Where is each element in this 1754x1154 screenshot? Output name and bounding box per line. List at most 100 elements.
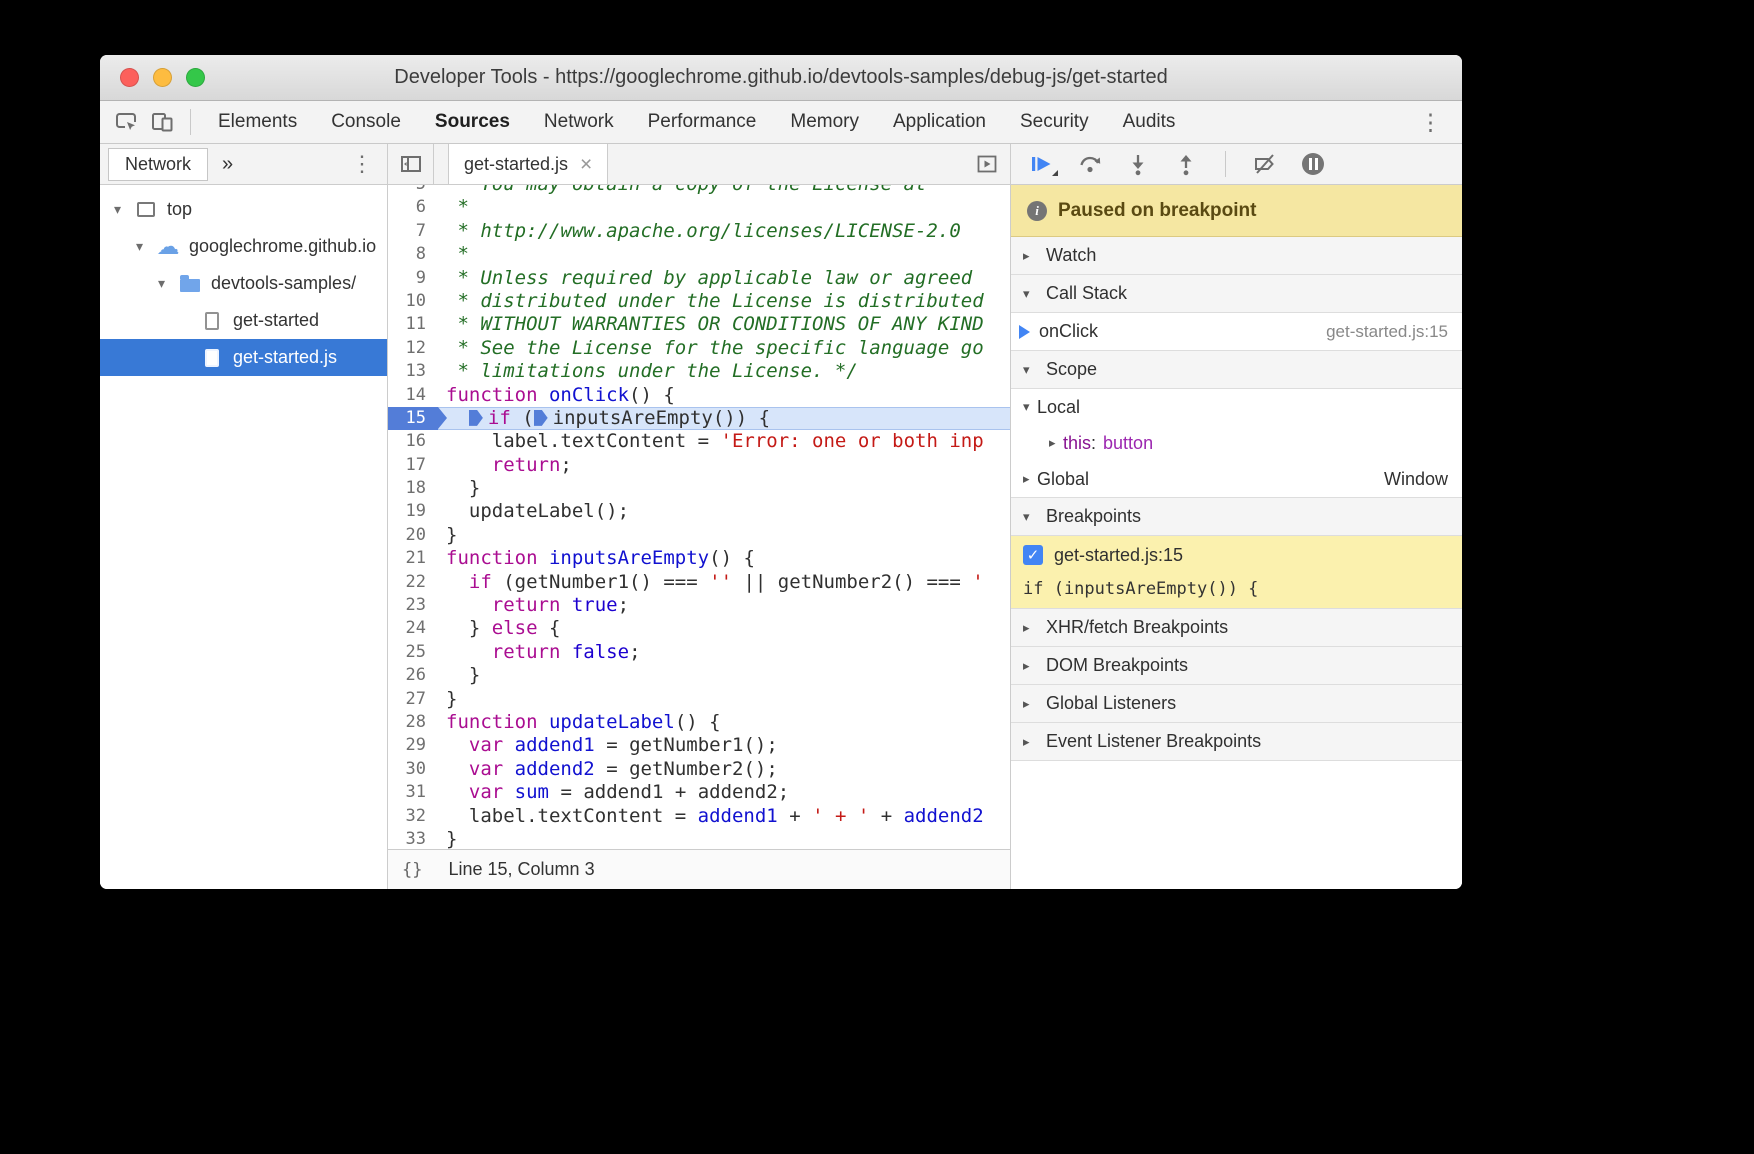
line-number-gutter[interactable]: 26 <box>388 664 438 687</box>
scope-group-local[interactable]: ▾ Local <box>1011 389 1462 425</box>
section-label: Watch <box>1046 245 1096 266</box>
line-number-gutter[interactable]: 17 <box>388 454 438 477</box>
resume-button[interactable] <box>1023 148 1061 180</box>
line-number-gutter[interactable]: 23 <box>388 594 438 617</box>
tab-application[interactable]: Application <box>876 101 1003 143</box>
tab-network[interactable]: Network <box>527 101 631 143</box>
line-number-gutter[interactable]: 29 <box>388 734 438 757</box>
section-label: Breakpoints <box>1046 506 1141 527</box>
section-global-listeners[interactable]: ▸ Global Listeners <box>1011 685 1462 723</box>
navigator-overflow-chevron-icon[interactable]: » <box>222 153 233 176</box>
code-line: 5 * You may obtain a copy of the License… <box>388 185 1010 196</box>
section-breakpoints[interactable]: ▾ Breakpoints <box>1011 498 1462 536</box>
line-number-gutter[interactable]: 9 <box>388 267 438 290</box>
call-stack-frame[interactable]: onClick get-started.js:15 <box>1011 313 1462 351</box>
line-number-gutter[interactable]: 5 <box>388 185 438 196</box>
step-out-button[interactable] <box>1167 148 1205 180</box>
pause-on-exceptions-button[interactable] <box>1294 148 1332 180</box>
inspect-element-button[interactable] <box>108 106 144 138</box>
line-number-gutter[interactable]: 15 <box>388 407 438 430</box>
line-number-gutter[interactable]: 10 <box>388 290 438 313</box>
section-scope[interactable]: ▾ Scope <box>1011 351 1462 389</box>
tab-console[interactable]: Console <box>314 101 418 143</box>
line-number-gutter[interactable]: 28 <box>388 711 438 734</box>
maximize-window-button[interactable] <box>186 68 205 87</box>
close-tab-icon[interactable]: × <box>580 154 592 175</box>
breakpoint-code-snippet[interactable]: if (inputsAreEmpty()) { <box>1011 574 1462 608</box>
navigator-tab-network[interactable]: Network <box>108 148 208 181</box>
line-number-gutter[interactable]: 16 <box>388 430 438 453</box>
code-lines: 5 * You may obtain a copy of the License… <box>388 185 1010 849</box>
tree-item-get-started-js[interactable]: get-started.js <box>100 339 387 376</box>
step-over-button[interactable] <box>1071 148 1109 180</box>
line-number-gutter[interactable]: 6 <box>388 196 438 219</box>
step-out-icon <box>1173 152 1199 176</box>
tab-sources[interactable]: Sources <box>418 101 527 143</box>
scope-group-global[interactable]: ▸ Global Window <box>1011 461 1462 497</box>
breakpoint-checkbox[interactable]: ✓ <box>1023 545 1043 565</box>
tree-item-folder[interactable]: ▾ devtools-samples/ <box>100 265 387 302</box>
code-line: 30 var addend2 = getNumber2(); <box>388 758 1010 781</box>
line-content: function inputsAreEmpty() { <box>438 547 1010 570</box>
tab-security[interactable]: Security <box>1003 101 1106 143</box>
line-content: * WITHOUT WARRANTIES OR CONDITIONS OF AN… <box>438 313 1010 336</box>
expand-arrow-icon[interactable]: ▾ <box>158 275 178 292</box>
variable-value: button <box>1103 433 1153 454</box>
line-number-gutter[interactable]: 7 <box>388 220 438 243</box>
code-line: 15 if (inputsAreEmpty()) { <box>388 407 1010 430</box>
navigator-more-icon[interactable]: ⋮ <box>345 151 379 177</box>
code-editor[interactable]: 5 * You may obtain a copy of the License… <box>388 185 1010 849</box>
editor-file-tab[interactable]: get-started.js × <box>448 144 608 184</box>
scope-group-value: Window <box>1384 469 1462 490</box>
toggle-navigator-button[interactable] <box>388 144 434 184</box>
tree-item-origin[interactable]: ▾ ☁ googlechrome.github.io <box>100 228 387 265</box>
line-content: var addend2 = getNumber2(); <box>438 758 1010 781</box>
scope-variable-this[interactable]: ▸ this: button <box>1011 425 1462 461</box>
step-into-button[interactable] <box>1119 148 1157 180</box>
line-number-gutter[interactable]: 33 <box>388 828 438 849</box>
section-xhr-breakpoints[interactable]: ▸ XHR/fetch Breakpoints <box>1011 609 1462 647</box>
line-number-gutter[interactable]: 24 <box>388 617 438 640</box>
minimize-window-button[interactable] <box>153 68 172 87</box>
tab-performance[interactable]: Performance <box>631 101 774 143</box>
line-number-gutter[interactable]: 11 <box>388 313 438 336</box>
line-number-gutter[interactable]: 32 <box>388 805 438 828</box>
line-number-gutter[interactable]: 14 <box>388 384 438 407</box>
line-number-gutter[interactable]: 18 <box>388 477 438 500</box>
title-bar[interactable]: Developer Tools - https://googlechrome.g… <box>100 55 1462 101</box>
line-number-gutter[interactable]: 30 <box>388 758 438 781</box>
tab-audits[interactable]: Audits <box>1106 101 1193 143</box>
deactivate-breakpoints-button[interactable] <box>1246 148 1284 180</box>
line-number-gutter[interactable]: 8 <box>388 243 438 266</box>
debugger-toolbar-divider <box>1225 151 1226 177</box>
expand-arrow-icon[interactable]: ▾ <box>114 201 134 218</box>
frame-function-name: onClick <box>1039 321 1098 342</box>
line-number-gutter[interactable]: 25 <box>388 641 438 664</box>
line-number-gutter[interactable]: 22 <box>388 571 438 594</box>
pretty-print-button[interactable]: {} <box>402 860 422 880</box>
device-toolbar-button[interactable] <box>144 106 180 138</box>
line-number-gutter[interactable]: 19 <box>388 500 438 523</box>
tree-item-get-started[interactable]: get-started <box>100 302 387 339</box>
main-menu-more-icon[interactable]: ⋮ <box>1407 111 1454 134</box>
close-window-button[interactable] <box>120 68 139 87</box>
section-watch[interactable]: ▸ Watch <box>1011 237 1462 275</box>
paused-banner: i Paused on breakpoint <box>1011 185 1462 237</box>
tab-elements[interactable]: Elements <box>201 101 314 143</box>
line-number-gutter[interactable]: 20 <box>388 524 438 547</box>
breakpoint-entry[interactable]: ✓ get-started.js:15 if (inputsAreEmpty()… <box>1011 536 1462 609</box>
section-dom-breakpoints[interactable]: ▸ DOM Breakpoints <box>1011 647 1462 685</box>
line-number-gutter[interactable]: 21 <box>388 547 438 570</box>
line-content: return true; <box>438 594 1010 617</box>
line-number-gutter[interactable]: 12 <box>388 337 438 360</box>
section-call-stack[interactable]: ▾ Call Stack <box>1011 275 1462 313</box>
section-event-listener-breakpoints[interactable]: ▸ Event Listener Breakpoints <box>1011 723 1462 761</box>
info-icon: i <box>1027 201 1047 221</box>
editor-panel-toggle-button[interactable] <box>974 152 1000 176</box>
tree-item-top[interactable]: ▾ top <box>100 191 387 228</box>
line-number-gutter[interactable]: 13 <box>388 360 438 383</box>
expand-arrow-icon[interactable]: ▾ <box>136 238 156 255</box>
tab-memory[interactable]: Memory <box>773 101 876 143</box>
line-number-gutter[interactable]: 31 <box>388 781 438 804</box>
line-number-gutter[interactable]: 27 <box>388 688 438 711</box>
